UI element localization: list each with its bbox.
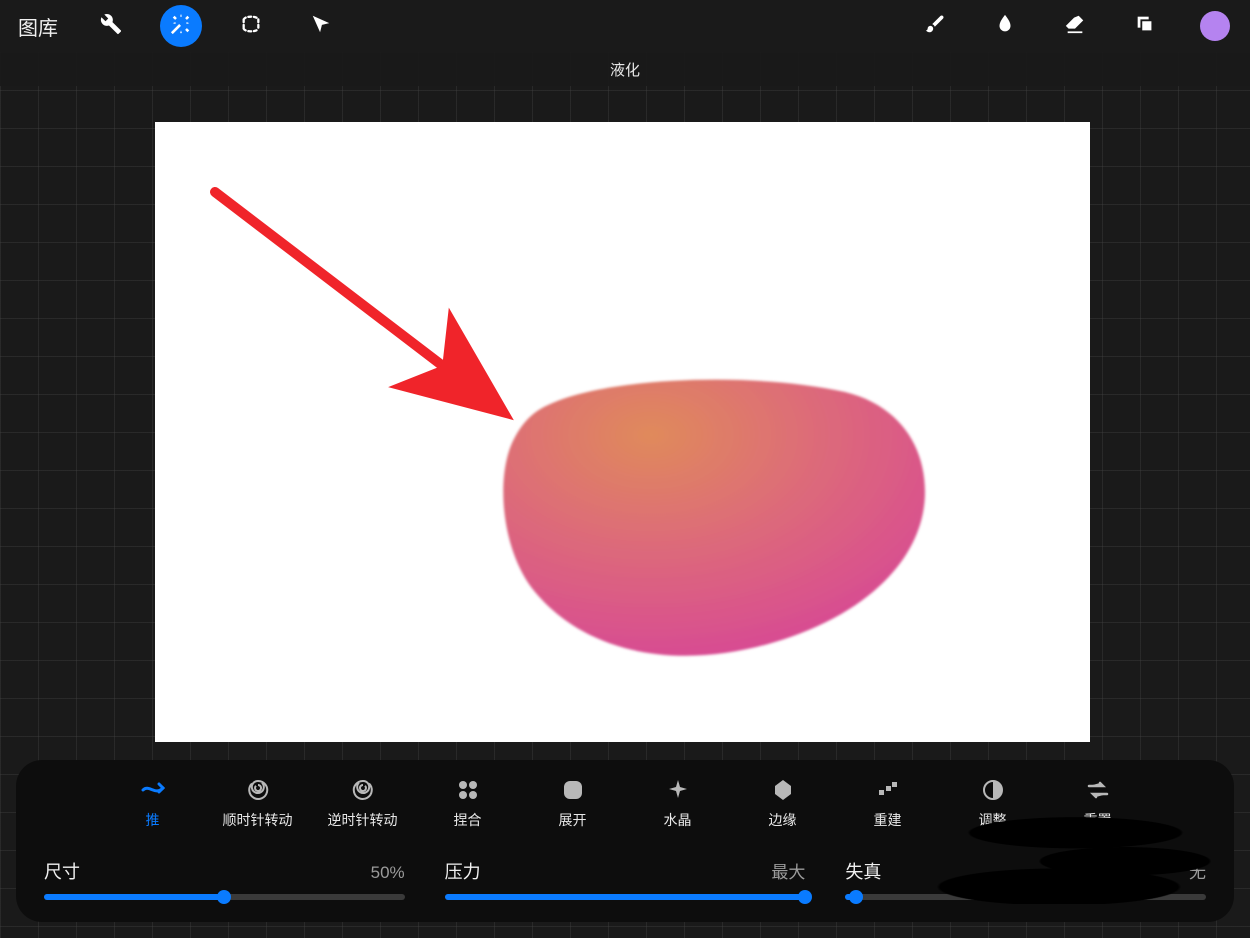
slider-name: 失真 [845, 858, 881, 884]
tool-label: 逆时针转动 [328, 810, 398, 830]
transform-button[interactable] [300, 5, 342, 47]
expand-icon [561, 778, 585, 802]
slider-track[interactable] [44, 894, 405, 900]
liquify-tool-edge[interactable]: 边缘 [730, 778, 835, 830]
liquify-tool-reset[interactable]: 重置 [1045, 778, 1150, 830]
spiral-ccw-icon [351, 778, 375, 802]
slider-track[interactable] [445, 894, 806, 900]
pinch-icon [456, 778, 480, 802]
edge-icon [771, 778, 795, 802]
reset-icon [1086, 778, 1110, 802]
liquify-tool-crystal[interactable]: 水晶 [625, 778, 730, 830]
slider-distortion[interactable]: 失真 无 [845, 858, 1206, 900]
settings-button[interactable] [90, 5, 132, 47]
liquify-tool-pinch[interactable]: 捏合 [415, 778, 520, 830]
cursor-icon [310, 13, 332, 40]
gallery-button[interactable]: 图库 [0, 12, 76, 41]
color-button[interactable] [1194, 5, 1236, 47]
smudge-icon [994, 13, 1016, 40]
liquify-tool-twirl-ccw[interactable]: 逆时针转动 [310, 778, 415, 830]
canvas[interactable] [155, 122, 1090, 742]
selection-icon [240, 13, 262, 40]
slider-name: 压力 [445, 858, 481, 884]
liquify-tool-rebuild[interactable]: 重建 [835, 778, 940, 830]
brush-icon [924, 13, 946, 40]
tool-label: 顺时针转动 [223, 810, 293, 830]
slider-name: 尺寸 [44, 858, 80, 884]
brush-button[interactable] [914, 5, 956, 47]
color-swatch-icon [1200, 11, 1230, 41]
slider-value: 最大 [771, 858, 805, 883]
eraser-icon [1064, 13, 1086, 40]
tool-label: 调整 [979, 810, 1007, 830]
slider-value: 50% [371, 863, 405, 883]
liquify-tool-adjust[interactable]: 调整 [940, 778, 1045, 830]
liquify-tool-push[interactable]: 推 [100, 778, 205, 830]
slider-size[interactable]: 尺寸 50% [44, 858, 405, 900]
canvas-artwork [155, 122, 1090, 742]
liquify-tool-row: 推 顺时针转动 逆时针转动 捏合 展开 [40, 778, 1210, 830]
selection-button[interactable] [230, 5, 272, 47]
push-icon [141, 778, 165, 802]
mode-title: 液化 [0, 52, 1250, 86]
tool-label: 边缘 [769, 810, 797, 830]
wand-icon [170, 13, 192, 40]
rebuild-icon [876, 778, 900, 802]
eraser-button[interactable] [1054, 5, 1096, 47]
tool-label: 捏合 [454, 810, 482, 830]
slider-track[interactable] [845, 894, 1206, 900]
adjust-icon [981, 778, 1005, 802]
smudge-button[interactable] [984, 5, 1026, 47]
top-toolbar: 图库 [0, 0, 1250, 52]
liquify-panel: 推 顺时针转动 逆时针转动 捏合 展开 [16, 760, 1234, 922]
tool-label: 水晶 [664, 810, 692, 830]
spiral-cw-icon [246, 778, 270, 802]
liquify-tool-expand[interactable]: 展开 [520, 778, 625, 830]
tool-label: 展开 [559, 810, 587, 830]
tool-label: 推 [146, 810, 160, 830]
slider-value: 无 [1189, 858, 1206, 883]
slider-pressure[interactable]: 压力 最大 [445, 858, 806, 900]
crystal-icon [666, 778, 690, 802]
layers-icon [1134, 13, 1156, 40]
tool-label: 重置 [1084, 810, 1112, 830]
adjustments-button[interactable] [160, 5, 202, 47]
tool-label: 重建 [874, 810, 902, 830]
wrench-icon [100, 13, 122, 40]
liquify-tool-twirl-cw[interactable]: 顺时针转动 [205, 778, 310, 830]
layers-button[interactable] [1124, 5, 1166, 47]
